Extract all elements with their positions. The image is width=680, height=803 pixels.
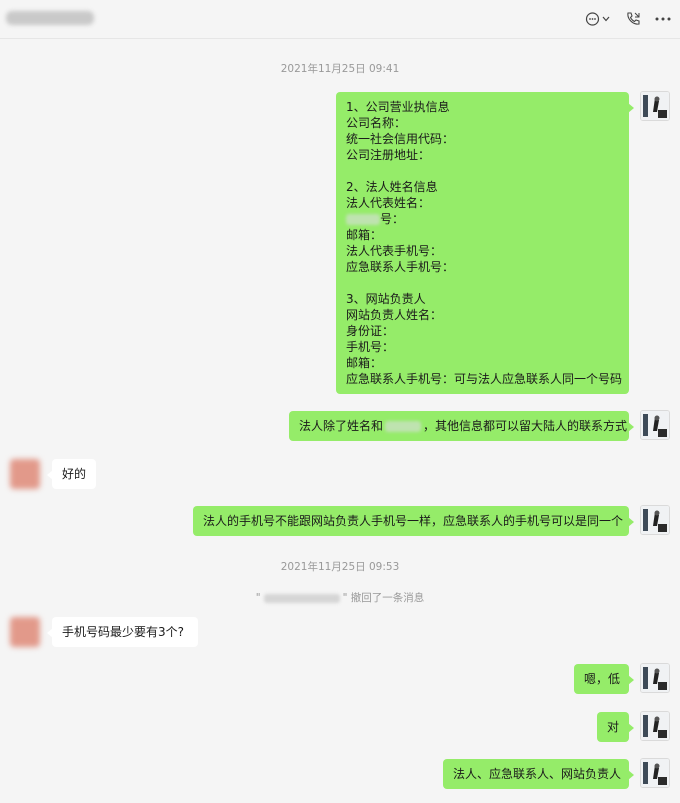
- message-line: 统一社会信用代码：: [346, 132, 455, 146]
- message-line: 3、网站负责人: [346, 292, 426, 306]
- message-text: 法人的手机号不能跟网站负责人手机号一样，应急联系人的手机号可以是同一个: [203, 514, 624, 528]
- message-bubble-other[interactable]: 好的: [47, 459, 96, 489]
- message-line: 应急联系人手机号：: [346, 260, 455, 274]
- message-bubble-self[interactable]: 对: [597, 712, 634, 742]
- avatar[interactable]: [640, 410, 670, 440]
- avatar[interactable]: [10, 617, 40, 647]
- message-bubble-self[interactable]: 法人、应急联系人、网站负责人: [443, 759, 634, 789]
- timestamp: 2021年11月25日 09:53: [280, 561, 400, 573]
- message-bubble-self[interactable]: 法人的手机号不能跟网站负责人手机号一样，应急联系人的手机号可以是同一个: [193, 506, 634, 536]
- message-line: 1、公司营业执信息: [346, 100, 450, 114]
- message-line: 法人代表姓名：: [346, 196, 431, 210]
- more-icon[interactable]: [654, 9, 672, 29]
- message-line: 邮箱：: [346, 356, 383, 370]
- redacted-blur: [385, 421, 422, 432]
- redacted-blur: [346, 214, 380, 225]
- message-text-part: 法人除了姓名和: [299, 419, 384, 433]
- message-line: 法人代表手机号：: [346, 244, 443, 258]
- message-text: 对: [607, 720, 620, 734]
- message-text: 法人、应急联系人、网站负责人: [453, 767, 622, 781]
- message-line: [346, 163, 619, 179]
- message-line: 手机号：: [346, 340, 395, 354]
- recall-quote: ": [342, 592, 348, 604]
- avatar[interactable]: [640, 505, 670, 535]
- message-line: 应急联系人手机号：可与法人应急联系人同一个号码: [346, 372, 623, 386]
- message-bubble-self[interactable]: 法人除了姓名和 ，其他信息都可以留大陆人的联系方式: [289, 411, 634, 441]
- message-line: 身份证：: [346, 324, 395, 338]
- message-text: 手机号码最少要有3个?: [62, 625, 185, 639]
- avatar[interactable]: [640, 711, 670, 741]
- avatar[interactable]: [640, 663, 670, 693]
- recall-notice: " " 撤回了一条消息: [0, 590, 680, 605]
- chevron-down-icon[interactable]: [601, 9, 611, 29]
- message-line: 邮箱：: [346, 228, 383, 242]
- chat-title-redacted: [6, 11, 94, 25]
- chat-bubble-icon[interactable]: [584, 9, 600, 29]
- message-bubble-self[interactable]: 1、公司营业执信息 公司名称： 统一社会信用代码： 公司注册地址： 2、法人姓名…: [336, 92, 634, 394]
- message-line: 公司注册地址：: [346, 148, 431, 162]
- message-text: 嗯，低: [584, 672, 621, 686]
- message-bubble-self[interactable]: 嗯，低: [574, 664, 634, 694]
- avatar[interactable]: [10, 459, 40, 489]
- message-line-text: 号：: [380, 212, 405, 226]
- message-bubble-other[interactable]: 手机号码最少要有3个?: [47, 617, 198, 647]
- recall-quote: ": [255, 592, 261, 604]
- avatar[interactable]: [640, 758, 670, 788]
- message-line: 2、法人姓名信息: [346, 180, 438, 194]
- message-line: 网站负责人姓名：: [346, 308, 443, 322]
- message-text: 好的: [62, 467, 87, 481]
- message-line: [346, 275, 619, 291]
- redacted-name: [263, 593, 340, 603]
- message-text-part: ，其他信息都可以留大陆人的联系方式: [423, 419, 628, 433]
- message-line-redacted: 号：: [346, 211, 619, 227]
- message-line: 公司名称：: [346, 116, 407, 130]
- avatar[interactable]: [640, 91, 670, 121]
- timestamp: 2021年11月25日 09:41: [280, 63, 400, 75]
- recall-text: 撤回了一条消息: [350, 592, 425, 604]
- chat-header: [0, 0, 680, 39]
- phone-icon[interactable]: [624, 9, 642, 29]
